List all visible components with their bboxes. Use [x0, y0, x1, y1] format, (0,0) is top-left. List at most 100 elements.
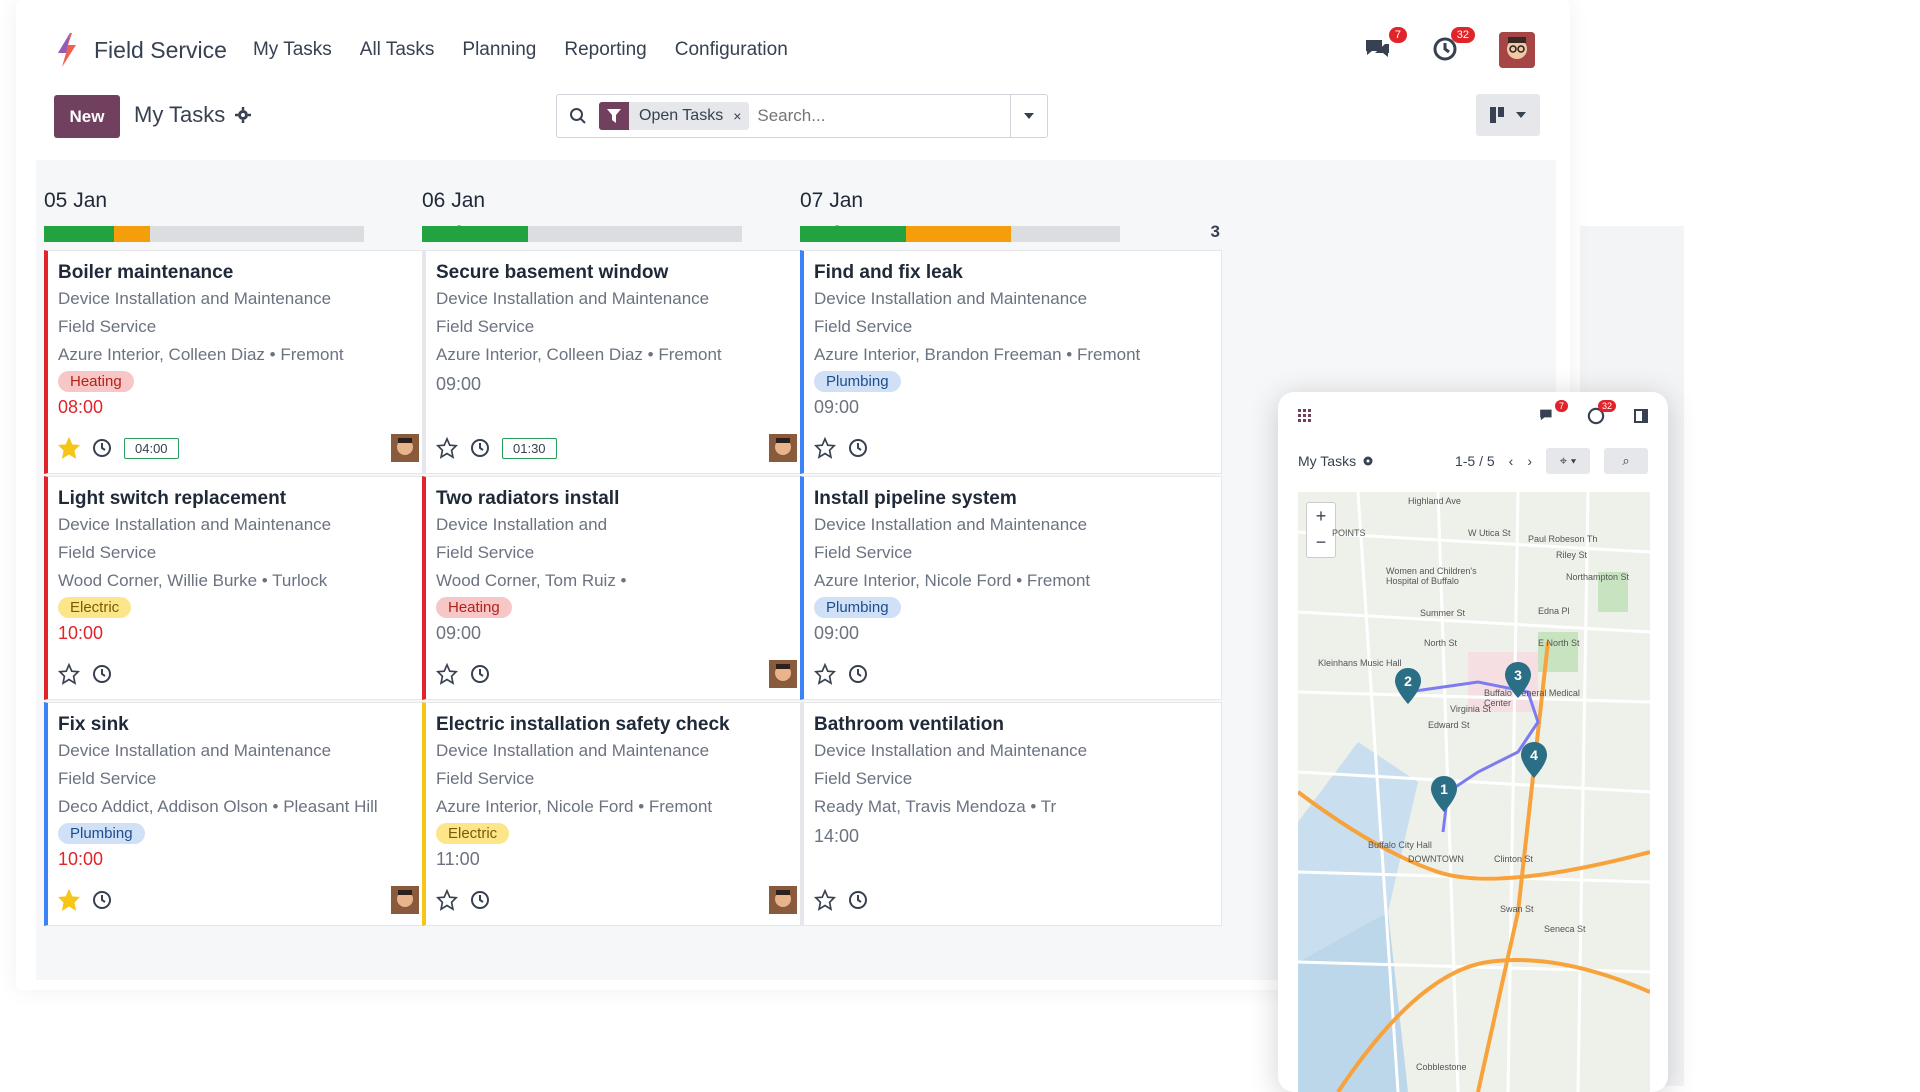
- task-customer: Wood Corner, Tom Ruiz •: [436, 571, 627, 590]
- search-facet[interactable]: Open Tasks ×: [599, 102, 750, 130]
- task-service: Field Service: [58, 769, 157, 788]
- progress-segment-orange[interactable]: [905, 226, 1012, 242]
- star-icon[interactable]: [436, 437, 458, 459]
- task-card[interactable]: Install pipeline system Device Installat…: [800, 476, 1222, 700]
- activity-clock-icon[interactable]: [92, 890, 112, 910]
- task-title: Install pipeline system: [814, 488, 1017, 509]
- zoom-out-button[interactable]: −: [1307, 529, 1335, 555]
- star-icon[interactable]: [58, 663, 80, 685]
- progress-segment-orange[interactable]: [114, 226, 150, 242]
- task-project: Device Installation and Maintenance: [58, 515, 332, 534]
- assignee-avatar[interactable]: [769, 660, 797, 688]
- task-card[interactable]: Electric installation safety check Devic…: [422, 702, 844, 926]
- task-card[interactable]: Fix sink Device Installation and Mainten…: [44, 702, 466, 926]
- column-title[interactable]: 06 Jan: [422, 180, 858, 222]
- gear-icon[interactable]: [235, 107, 252, 123]
- task-service: Field Service: [814, 317, 913, 336]
- activity-clock-icon[interactable]: [470, 664, 490, 684]
- star-icon[interactable]: [814, 437, 836, 459]
- map-street-label: Paul Robeson Th: [1528, 534, 1598, 544]
- assignee-avatar[interactable]: [769, 434, 797, 462]
- task-card[interactable]: Bathroom ventilation Device Installation…: [800, 702, 1222, 926]
- star-icon[interactable]: [814, 663, 836, 685]
- menu-item-my-tasks[interactable]: My Tasks: [253, 39, 332, 61]
- menu-item-planning[interactable]: Planning: [462, 39, 536, 61]
- zoom-in-button[interactable]: +: [1307, 503, 1335, 529]
- task-project: Device Installation and Maintenance: [814, 741, 1088, 760]
- person-avatar-icon: [769, 434, 797, 462]
- task-customer: Ready Mat, Travis Mendoza • Tr: [814, 797, 1057, 816]
- task-project: Device Installation and: [436, 515, 608, 534]
- task-card[interactable]: Secure basement window Device Installati…: [422, 250, 844, 474]
- activity-clock-icon[interactable]: [470, 890, 490, 910]
- assignee-avatar[interactable]: [391, 434, 419, 462]
- planned-duration: 04:00: [124, 437, 179, 459]
- progress-bar[interactable]: [800, 226, 1120, 242]
- app-menu-icon[interactable]: [1298, 409, 1312, 423]
- activity-clock-icon[interactable]: [92, 664, 112, 684]
- map-pin[interactable]: 3: [1504, 662, 1532, 698]
- task-service: Field Service: [58, 543, 157, 562]
- task-title: Secure basement window: [436, 262, 669, 283]
- menu-item-all-tasks[interactable]: All Tasks: [360, 39, 435, 61]
- map-pin[interactable]: 4: [1520, 742, 1548, 778]
- map-pin[interactable]: 1: [1430, 776, 1458, 812]
- activity-clock-icon[interactable]: [848, 664, 868, 684]
- map-street-label: Northampton St: [1566, 572, 1630, 582]
- progress-bar[interactable]: [422, 226, 742, 242]
- mobile-messages-badge: 7: [1554, 400, 1568, 412]
- view-switcher[interactable]: [1476, 94, 1540, 136]
- assignee-avatar[interactable]: [769, 886, 797, 914]
- task-card[interactable]: Boiler maintenance Device Installation a…: [44, 250, 466, 474]
- brand[interactable]: Field Service: [54, 33, 227, 67]
- person-avatar-icon: [391, 434, 419, 462]
- progress-bar[interactable]: [44, 226, 364, 242]
- search-options-toggle[interactable]: [1010, 95, 1047, 137]
- activity-clock-icon[interactable]: [470, 438, 490, 458]
- mobile-page-title: My Tasks: [1298, 453, 1357, 469]
- column-title[interactable]: 05 Jan: [44, 180, 480, 222]
- task-title: Fix sink: [58, 714, 129, 735]
- messages-button[interactable]: 7: [1363, 27, 1407, 65]
- column-title[interactable]: 07 Jan: [800, 180, 1236, 222]
- progress-segment-green[interactable]: [44, 226, 115, 242]
- pager-next-icon[interactable]: ›: [1527, 453, 1532, 469]
- progress-segment-green[interactable]: [422, 226, 528, 242]
- map-view[interactable]: + − Highland Ave W Utica St Paul Robeson Th…: [1298, 492, 1650, 1092]
- star-icon[interactable]: [436, 663, 458, 685]
- star-icon[interactable]: [58, 437, 80, 459]
- card-footer-left: 04:00: [58, 437, 179, 459]
- menu-item-configuration[interactable]: Configuration: [675, 39, 788, 61]
- map-pin[interactable]: 2: [1394, 668, 1422, 704]
- mobile-search-button[interactable]: ⌕: [1604, 448, 1648, 474]
- task-card[interactable]: Light switch replacement Device Installa…: [44, 476, 466, 700]
- progress-segment-green[interactable]: [800, 226, 906, 242]
- card-footer-left: [814, 663, 868, 685]
- new-button[interactable]: New: [54, 95, 120, 138]
- map-pin-filter-button[interactable]: ⌖ ▾: [1546, 448, 1590, 474]
- top-navbar: Field Service My Tasks All Tasks Plannin…: [16, 0, 1570, 100]
- mobile-messages-button[interactable]: 7: [1538, 400, 1568, 426]
- user-avatar[interactable]: [1499, 32, 1535, 68]
- menu-item-reporting[interactable]: Reporting: [564, 39, 646, 61]
- assignee-avatar[interactable]: [391, 886, 419, 914]
- pager-prev-icon[interactable]: ‹: [1509, 453, 1514, 469]
- activity-clock-icon[interactable]: [92, 438, 112, 458]
- star-icon[interactable]: [436, 889, 458, 911]
- task-card[interactable]: Find and fix leak Device Installation an…: [800, 250, 1222, 474]
- star-icon[interactable]: [814, 889, 836, 911]
- task-card[interactable]: Two radiators install Device Installatio…: [422, 476, 844, 700]
- task-project: Device Installation and Maintenance: [814, 515, 1088, 534]
- pager-value[interactable]: 1-5 / 5: [1455, 453, 1495, 469]
- activity-clock-icon[interactable]: [848, 438, 868, 458]
- star-icon[interactable]: [58, 889, 80, 911]
- activity-clock-icon[interactable]: [848, 890, 868, 910]
- sidebar-toggle-icon[interactable]: [1634, 409, 1648, 423]
- search-input[interactable]: [755, 105, 970, 127]
- task-time: 10:00: [58, 849, 104, 869]
- activities-button[interactable]: 32: [1431, 27, 1475, 65]
- task-title: Light switch replacement: [58, 488, 287, 509]
- gear-icon[interactable]: [1362, 455, 1374, 467]
- mobile-activities-button[interactable]: 32: [1586, 400, 1616, 426]
- facet-remove-icon[interactable]: ×: [733, 108, 749, 124]
